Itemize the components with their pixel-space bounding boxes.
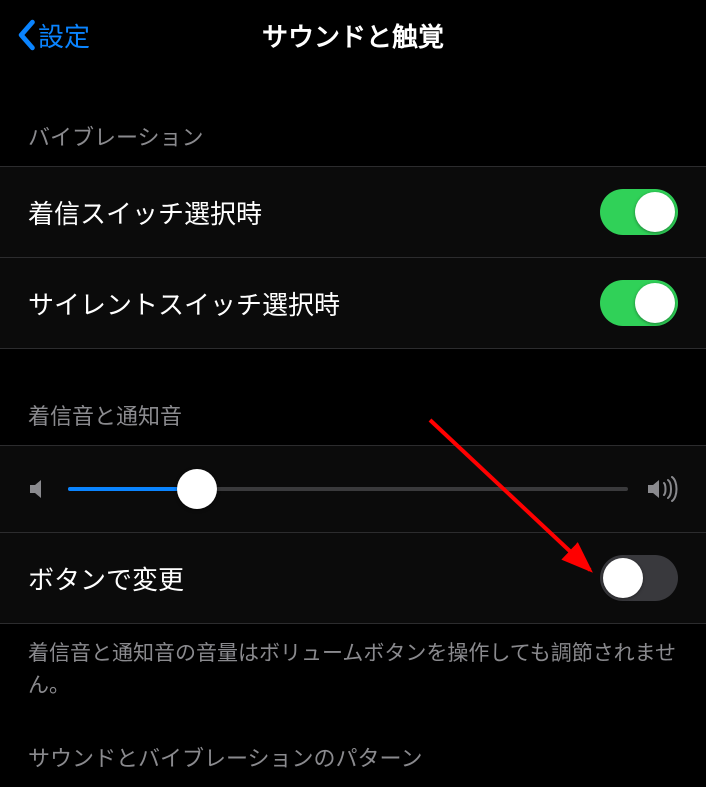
row-ring-switch[interactable]: 着信スイッチ選択時 [0, 167, 706, 257]
volume-high-icon [646, 476, 678, 502]
row-label: サイレントスイッチ選択時 [28, 285, 340, 322]
ring-switch-toggle[interactable] [600, 189, 678, 235]
back-button[interactable]: 設定 [16, 17, 90, 54]
section-header-patterns: サウンドとバイブレーションのパターン [0, 701, 706, 787]
page-title: サウンドと触覚 [0, 17, 706, 54]
volume-slider[interactable] [68, 487, 628, 491]
ringer-footer-note: 着信音と通知音の音量はボリュームボタンを操作しても調節されません。 [0, 624, 706, 701]
row-silent-switch[interactable]: サイレントスイッチ選択時 [0, 258, 706, 348]
row-label: ボタンで変更 [28, 560, 184, 597]
section-header-vibration: バイブレーション [0, 70, 706, 166]
section-header-ringer: 着信音と通知音 [0, 349, 706, 445]
chevron-left-icon [16, 19, 36, 51]
row-label: 着信スイッチ選択時 [28, 194, 262, 231]
volume-low-icon [28, 477, 50, 501]
silent-switch-toggle[interactable] [600, 280, 678, 326]
change-with-buttons-toggle[interactable] [600, 555, 678, 601]
nav-bar: 設定 サウンドと触覚 [0, 0, 706, 70]
back-label: 設定 [38, 17, 90, 54]
row-change-with-buttons[interactable]: ボタンで変更 [0, 533, 706, 623]
volume-slider-row [0, 446, 706, 532]
